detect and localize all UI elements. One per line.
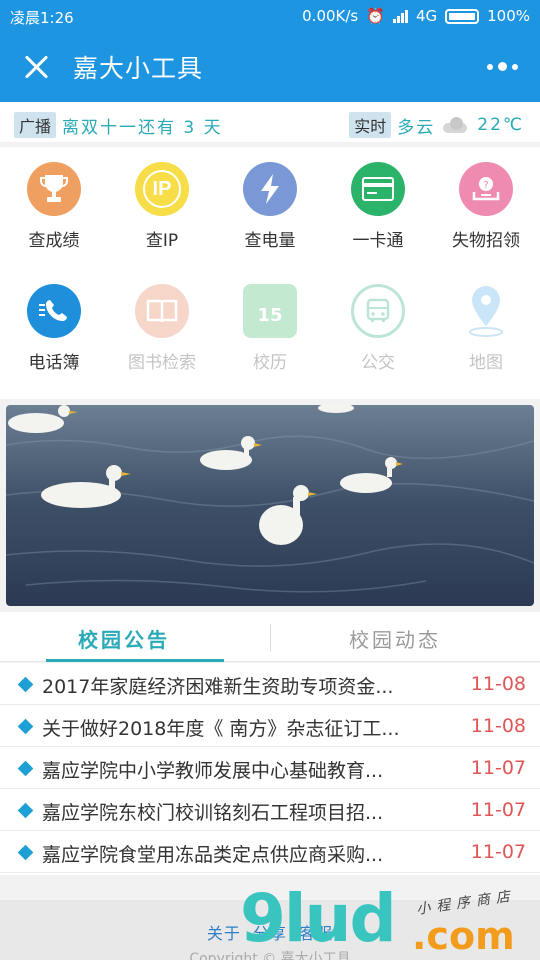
list-item[interactable]: 关于做好2018年度《 南方》杂志征订工... 11-08 <box>0 705 540 747</box>
bullet-icon <box>17 760 34 777</box>
weather-tag: 实时 <box>349 112 392 138</box>
notice-date: 11-07 <box>470 757 526 779</box>
book-icon <box>135 284 189 338</box>
alarm-icon: ⏰ <box>366 7 385 25</box>
grid-item-lost-found[interactable]: ? 失物招领 <box>432 162 540 251</box>
phone-icon <box>27 284 81 338</box>
svg-text:?: ? <box>483 180 488 191</box>
battery-icon <box>445 8 480 24</box>
app-title: 嘉大小工具 <box>73 54 204 83</box>
notice-list: 2017年家庭经济困难新生资助专项资金... 11-08 关于做好2018年度《… <box>0 663 540 875</box>
grid-item-map[interactable]: 地图 <box>432 284 540 373</box>
grid-item-scores[interactable]: 查成绩 <box>0 162 108 251</box>
status-bar: 凌晨1:26 0.00K/s ⏰ 4G 100% <box>0 0 540 32</box>
grid-label: 图书检索 <box>128 353 196 373</box>
trophy-icon <box>27 162 81 216</box>
grid-item-library[interactable]: 图书检索 <box>108 284 216 373</box>
grid-label: 电话簿 <box>28 353 80 373</box>
ip-icon: IP <box>135 162 189 216</box>
notice-date: 11-08 <box>470 673 526 695</box>
notice-title: 2017年家庭经济困难新生资助专项资金... <box>42 676 394 698</box>
temperature: 22℃ <box>477 115 524 135</box>
notice-date: 11-08 <box>470 715 526 737</box>
tab-campus-news[interactable]: 校园动态 <box>349 624 441 653</box>
list-item[interactable]: 嘉应学院中小学教师发展中心基础教育... 11-07 <box>0 747 540 789</box>
notice-title: 嘉应学院食堂用冻品类定点供应商采购... <box>42 844 384 866</box>
notice-title: 关于做好2018年度《 南方》杂志征订工... <box>42 718 400 740</box>
battery-level: 100% <box>487 7 530 25</box>
bullet-icon <box>17 844 34 861</box>
footer: 关于 分享 客服 Copyright © 嘉大小工具 <box>0 900 540 960</box>
grid-label: 一卡通 <box>352 231 404 251</box>
lightning-icon <box>243 162 297 216</box>
grid-label: 查成绩 <box>28 231 80 251</box>
news-tabs: 校园公告 校园动态 <box>0 612 540 662</box>
bullet-icon <box>17 802 34 819</box>
grid-item-phonebook[interactable]: 电话簿 <box>0 284 108 373</box>
network-type: 4G <box>415 7 438 25</box>
grid-item-campus-card[interactable]: 一卡通 <box>324 162 432 251</box>
grid-label: 查IP <box>145 231 179 251</box>
calendar-day: 15 <box>257 304 283 326</box>
grid-label: 公交 <box>361 353 395 373</box>
lost-found-icon: ? <box>459 162 513 216</box>
app-bar: 嘉大小工具 <box>0 32 540 102</box>
signal-icon <box>392 9 408 23</box>
status-time: 凌晨1:26 <box>10 9 74 27</box>
ducks-illustration <box>6 405 534 606</box>
notice-title: 嘉应学院中小学教师发展中心基础教育... <box>42 760 384 782</box>
grid-label: 校历 <box>253 353 287 373</box>
footer-links: 关于 分享 客服 <box>0 920 540 944</box>
notice-date: 11-07 <box>470 841 526 863</box>
bullet-icon <box>17 718 34 735</box>
tab-divider <box>270 624 271 652</box>
close-icon[interactable] <box>22 52 52 82</box>
banner-image[interactable] <box>6 405 534 606</box>
grid-label: 查电量 <box>244 231 296 251</box>
feature-grid: 查成绩 IP 查IP 查电量 一卡通 ? 失物招领 电话簿 图书检索 15 校历… <box>0 147 540 399</box>
grid-item-calendar[interactable]: 15 校历 <box>216 284 324 373</box>
list-item[interactable]: 嘉应学院食堂用冻品类定点供应商采购... 11-07 <box>0 831 540 873</box>
grid-label: 失物招领 <box>452 231 520 251</box>
more-menu-icon[interactable] <box>487 62 518 71</box>
share-link[interactable]: 分享 <box>253 924 287 943</box>
map-pin-icon <box>459 284 513 338</box>
active-tab-indicator <box>46 659 224 662</box>
list-item[interactable]: 嘉应学院东校门校训铭刻石工程项目招... 11-07 <box>0 789 540 831</box>
cloud-icon <box>441 117 471 133</box>
notice-title: 嘉应学院东校门校训铭刻石工程项目招... <box>42 802 384 824</box>
info-ticker: 广播 离双十一还有 3 天 实时 多云 22℃ <box>0 102 540 142</box>
notice-date: 11-07 <box>470 799 526 821</box>
bus-icon <box>351 284 405 338</box>
calendar-icon: 15 <box>243 284 297 338</box>
weather-text: 多云 <box>397 117 436 138</box>
card-icon <box>351 162 405 216</box>
copyright: Copyright © 嘉大小工具 <box>189 951 351 960</box>
bullet-icon <box>17 676 34 693</box>
broadcast-tag: 广播 <box>14 112 57 138</box>
list-item[interactable]: 2017年家庭经济困难新生资助专项资金... 11-08 <box>0 663 540 705</box>
tab-campus-notices[interactable]: 校园公告 <box>78 624 170 653</box>
service-link[interactable]: 客服 <box>299 924 333 943</box>
about-link[interactable]: 关于 <box>207 924 241 943</box>
broadcast-text: 离双十一还有 3 天 <box>62 117 223 138</box>
ip-icon-text: IP <box>143 170 181 208</box>
grid-item-bus[interactable]: 公交 <box>324 284 432 373</box>
grid-label: 地图 <box>469 353 503 373</box>
net-speed: 0.00K/s <box>302 7 359 25</box>
grid-item-electricity[interactable]: 查电量 <box>216 162 324 251</box>
grid-item-ip[interactable]: IP 查IP <box>108 162 216 251</box>
